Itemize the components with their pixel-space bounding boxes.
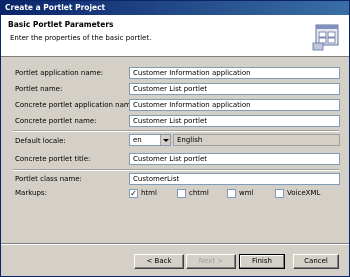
portlet-name-label: Portlet name:	[15, 85, 63, 93]
next-button[interactable]: Next >	[186, 254, 236, 269]
back-button[interactable]: < Back	[134, 254, 184, 269]
locale-display-field: English	[173, 134, 340, 146]
wml-checkbox[interactable]	[227, 189, 236, 198]
page-subtitle: Enter the properties of the basic portle…	[10, 34, 152, 42]
concrete-title-label: Concrete portlet title:	[15, 155, 91, 163]
voicexml-label: VoiceXML	[287, 189, 321, 197]
page-title: Basic Portlet Parameters	[8, 20, 114, 29]
window-title: Create a Portlet Project	[1, 1, 349, 15]
concrete-portlet-name-label: Concrete portlet name:	[15, 117, 97, 125]
chtml-checkbox[interactable]	[177, 189, 186, 198]
wml-label: wml	[239, 189, 254, 197]
chevron-down-icon[interactable]	[160, 135, 170, 145]
separator	[13, 130, 339, 132]
locale-value: en	[133, 136, 142, 144]
create-portlet-dialog: Create a Portlet Project Basic Portlet P…	[0, 0, 350, 277]
cancel-button[interactable]: Cancel	[293, 254, 339, 269]
concrete-app-name-label: Concrete portlet application name:	[15, 101, 138, 109]
markups-label: Markups:	[15, 189, 47, 197]
portlet-wizard-icon	[312, 24, 339, 51]
html-checkbox[interactable]: ✓	[129, 189, 138, 198]
footer-separator	[1, 243, 349, 245]
finish-button[interactable]: Finish	[239, 254, 285, 269]
voicexml-checkbox[interactable]	[275, 189, 284, 198]
wizard-header: Basic Portlet Parameters Enter the prope…	[1, 15, 349, 57]
chtml-label: chtml	[189, 189, 209, 197]
portlet-app-name-label: Portlet application name:	[15, 69, 104, 77]
class-name-input[interactable]: CustomerList	[129, 173, 340, 185]
default-locale-label: Default locale:	[15, 137, 66, 145]
portlet-name-input[interactable]: Customer List portlet	[129, 83, 340, 95]
concrete-portlet-name-input[interactable]: Customer List portlet	[129, 115, 340, 127]
html-label: html	[141, 189, 157, 197]
separator	[13, 169, 339, 171]
concrete-app-name-input[interactable]: Customer Information application	[129, 99, 340, 111]
class-name-label: Portlet class name:	[15, 175, 82, 183]
locale-select[interactable]: en	[129, 134, 171, 146]
portlet-app-name-input[interactable]: Customer Information application	[129, 67, 340, 79]
concrete-title-input[interactable]: Customer List portlet	[129, 153, 340, 165]
